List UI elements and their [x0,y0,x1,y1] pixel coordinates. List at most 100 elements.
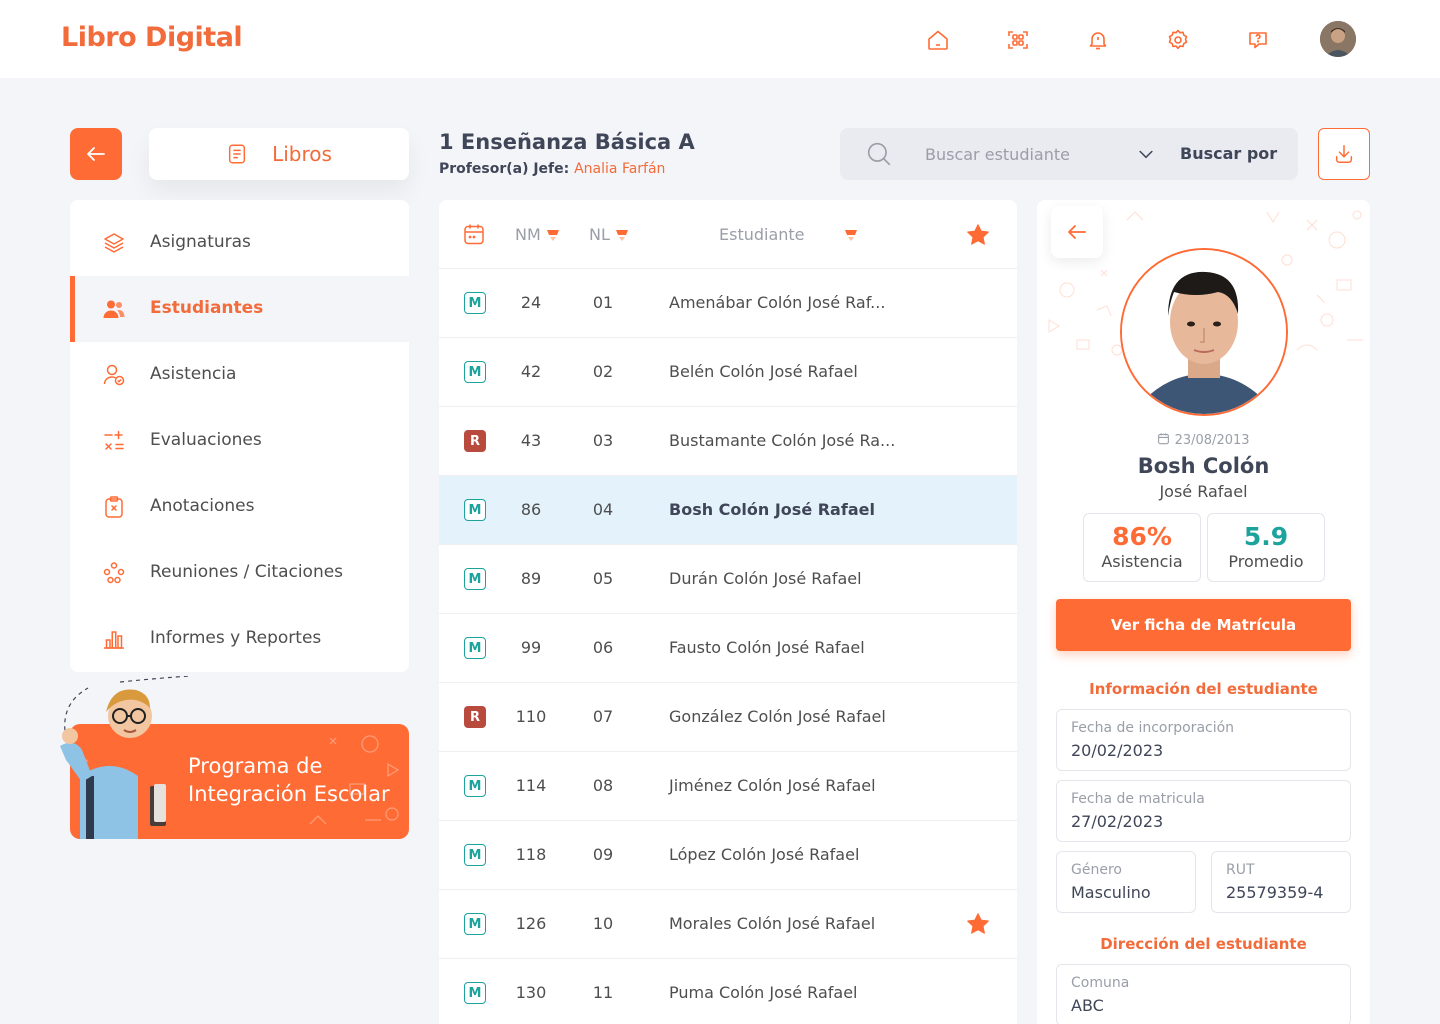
clipboard-x-icon [105,496,123,518]
menu-item-evaluaciones[interactable]: Evaluaciones [70,408,409,474]
student-photo [1120,248,1288,416]
gender-field: Género Masculino [1056,851,1196,913]
attendance-label: Asistencia [1101,552,1183,571]
column-header-nl[interactable]: NL [589,225,630,244]
pie-program-line2: Integración Escolar [188,782,390,806]
table-row[interactable]: M 114 08 Jiménez Colón José Rafael [439,752,1017,821]
student-name: Durán Colón José Rafael [669,569,862,588]
nm-cell: 24 [520,293,542,312]
status-badge: M [464,292,486,314]
nm-cell: 89 [520,569,542,588]
field-value: 20/02/2023 [1071,741,1164,760]
nm-cell: 126 [515,914,547,933]
student-name: Puma Colón José Rafael [669,983,858,1002]
view-enrollment-button[interactable]: Ver ficha de Matrícula [1056,599,1351,651]
student-profile-panel: 23/08/2013 Bosh Colón José Rafael 86% As… [1037,200,1370,1024]
menu-item-estudiantes[interactable]: Estudiantes [70,276,409,342]
nm-cell: 110 [515,707,547,726]
menu-label: Anotaciones [150,496,255,516]
status-badge: R [464,706,486,728]
column-label: NL [589,225,610,244]
sort-icon [615,229,628,241]
chevron-down-icon[interactable] [1136,144,1156,164]
rut-field: RUT 25579359-4 [1211,851,1351,913]
calendar-icon [1158,433,1170,445]
column-label: Estudiante [719,225,805,244]
menu-item-informes[interactable]: Informes y Reportes [70,606,409,672]
status-badge: M [464,637,486,659]
column-header-nm[interactable]: NM [515,225,561,244]
help-chat-icon[interactable] [1246,28,1270,52]
favorite-star-icon[interactable] [964,911,992,941]
nl-cell: 08 [592,776,614,795]
student-name: López Colón José Rafael [669,845,860,864]
download-button[interactable] [1318,128,1370,180]
libros-button[interactable]: Libros [149,128,409,180]
menu-label: Estudiantes [150,298,264,318]
status-badge: M [464,568,486,590]
table-row[interactable]: M 42 02 Belén Colón José Rafael [439,338,1017,407]
search-input[interactable] [925,142,1125,166]
field-value: ABC [1071,996,1104,1015]
nl-cell: 07 [592,707,614,726]
field-label: Comuna [1071,975,1130,991]
panel-back-button[interactable] [1051,206,1103,258]
calculator-icon [104,430,124,450]
table-row[interactable]: R 43 03 Bustamante Colón José Ra... [439,407,1017,476]
search-filter-dropdown[interactable]: Buscar por [1180,144,1277,163]
table-row[interactable]: M 126 10 Morales Colón José Rafael [439,890,1017,959]
table-row[interactable]: M 99 06 Fausto Colón José Rafael [439,614,1017,683]
status-badge: M [464,361,486,383]
menu-item-reuniones[interactable]: Reuniones / Citaciones [70,540,409,606]
table-row[interactable]: M 118 09 López Colón José Rafael [439,821,1017,890]
nm-cell: 99 [520,638,542,657]
student-address-title: Dirección del estudiante [1100,935,1307,953]
menu-item-asignaturas[interactable]: Asignaturas [70,210,409,276]
favorites-star-icon[interactable] [964,222,992,248]
field-value: Masculino [1071,883,1151,902]
menu-item-anotaciones[interactable]: Anotaciones [70,474,409,540]
table-header: NM NL Estudiante [439,200,1017,269]
bell-icon[interactable] [1086,28,1110,52]
field-value: 25579359-4 [1226,883,1324,902]
side-menu: Asignaturas Estudiantes Asistencia Evalu… [70,200,409,672]
student-name: Morales Colón José Rafael [669,914,876,933]
table-row[interactable]: M 86 04 Bosh Colón José Rafael [439,476,1017,545]
back-button[interactable] [70,128,122,180]
qr-scan-icon[interactable] [1006,28,1030,52]
top-bar: Libro Digital [0,0,1440,78]
nm-cell: 114 [515,776,547,795]
app-logo[interactable]: Libro Digital [61,22,243,53]
status-badge: M [464,844,486,866]
nm-cell: 130 [515,983,547,1002]
menu-label: Asistencia [150,364,237,384]
nl-cell: 04 [592,500,614,519]
menu-item-asistencia[interactable]: Asistencia [70,342,409,408]
table-row[interactable]: M 89 05 Durán Colón José Rafael [439,545,1017,614]
sort-icon [844,229,857,241]
table-row[interactable]: M 24 01 Amenábar Colón José Raf... [439,269,1017,338]
incorporation-date-field: Fecha de incorporación 20/02/2023 [1056,709,1351,771]
student-name: Belén Colón José Rafael [669,362,858,381]
nl-cell: 09 [592,845,614,864]
field-label: Fecha de matricula [1071,791,1205,807]
calendar-icon[interactable] [462,222,486,246]
column-header-student[interactable]: Estudiante [719,225,859,244]
menu-label: Reuniones / Citaciones [150,562,344,582]
search-bar: Buscar por [840,128,1298,180]
nl-cell: 03 [592,431,614,450]
field-label: Fecha de incorporación [1071,720,1235,736]
pie-program-title: Programa de Integración Escolar [188,752,390,808]
user-avatar[interactable] [1320,21,1356,57]
home-icon[interactable] [926,28,950,52]
students-table: NM NL Estudiante M 24 01 Amenábar Colón Jos… [439,200,1017,1024]
student-name: Jiménez Colón José Rafael [669,776,876,795]
status-badge: R [464,430,486,452]
head-teacher-label: Profesor(a) Jefe: [439,161,570,177]
nm-cell: 86 [520,500,542,519]
nl-cell: 01 [592,293,614,312]
gear-icon[interactable] [1166,28,1190,52]
student-illustration [60,676,190,839]
table-row[interactable]: M 130 11 Puma Colón José Rafael [439,959,1017,1024]
table-row[interactable]: R 110 07 González Colón José Rafael [439,683,1017,752]
